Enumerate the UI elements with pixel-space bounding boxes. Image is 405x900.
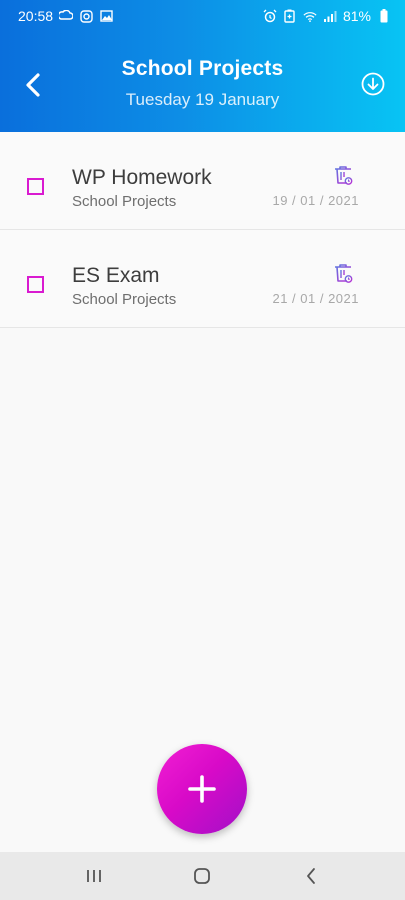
- wifi-icon: [303, 9, 317, 23]
- add-task-button[interactable]: [157, 744, 247, 834]
- nav-back-button[interactable]: [291, 856, 331, 896]
- plus-icon: [188, 775, 216, 803]
- recent-apps-button[interactable]: [74, 856, 114, 896]
- cloud-sync-icon: [59, 9, 74, 23]
- download-button[interactable]: [361, 72, 385, 96]
- page-title: School Projects: [121, 57, 284, 80]
- status-time: 20:58: [18, 8, 54, 24]
- battery-icon: [377, 9, 391, 23]
- alarm-icon: [263, 9, 277, 23]
- task-row[interactable]: WP Homework School Projects 19 / 01 / 20…: [0, 132, 405, 230]
- task-list-name: School Projects: [72, 291, 177, 308]
- task-date: 19 / 01 / 2021: [272, 193, 359, 208]
- battery-percent: 81%: [342, 8, 371, 24]
- home-button[interactable]: [182, 856, 222, 896]
- task-checkbox[interactable]: [27, 178, 44, 195]
- task-checkbox[interactable]: [27, 276, 44, 293]
- task-date: 21 / 01 / 2021: [272, 291, 359, 306]
- app-header: 20:58 81% School Projects Tuesday 19 Jan…: [0, 0, 405, 132]
- home-icon: [194, 868, 211, 884]
- battery-saver-icon: [283, 9, 297, 23]
- recent-apps-icon: [87, 870, 102, 882]
- task-row[interactable]: ES Exam School Projects 21 / 01 / 2021: [0, 230, 405, 328]
- task-list: WP Homework School Projects 19 / 01 / 20…: [0, 132, 405, 328]
- status-bar: 20:58 81%: [0, 0, 405, 32]
- instagram-icon: [79, 9, 93, 23]
- back-icon: [306, 868, 315, 884]
- delete-button[interactable]: [332, 164, 354, 186]
- trash-icon: [335, 166, 353, 185]
- task-title: ES Exam: [72, 264, 160, 287]
- signal-icon: [323, 9, 337, 23]
- system-navbar: [0, 852, 405, 900]
- delete-button[interactable]: [332, 262, 354, 284]
- page-subtitle: Tuesday 19 January: [125, 90, 280, 109]
- download-circle-icon: [361, 72, 385, 96]
- task-title: WP Homework: [72, 166, 212, 189]
- image-icon: [99, 9, 113, 23]
- task-list-name: School Projects: [72, 193, 177, 210]
- trash-icon: [335, 264, 353, 283]
